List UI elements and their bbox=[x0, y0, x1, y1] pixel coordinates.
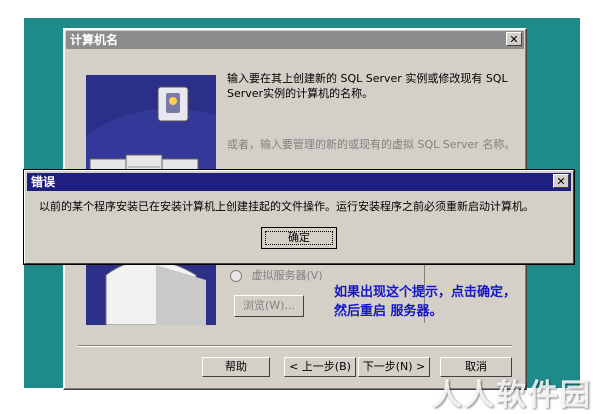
browse-button[interactable]: 浏览(W)... bbox=[234, 295, 304, 317]
window-close-button[interactable]: ✕ bbox=[506, 32, 522, 46]
annotation-note: 如果出现这个提示，点击确定， 然后重启 服务器。 bbox=[334, 283, 516, 321]
error-message: 以前的某个程序安装已在安装计算机上创建挂起的文件操作。运行安装程序之前必须重新启… bbox=[39, 200, 534, 213]
virtual-server-label: 虚拟服务器(V) bbox=[251, 269, 323, 282]
annotation-line-1: 如果出现这个提示，点击确定， bbox=[334, 285, 517, 300]
focus-rectangle bbox=[265, 231, 333, 245]
close-icon: ✕ bbox=[556, 175, 566, 188]
error-title-bar: 错误 ✕ bbox=[27, 173, 571, 191]
footer-separator bbox=[78, 345, 512, 347]
error-close-button[interactable]: ✕ bbox=[553, 174, 569, 188]
site-watermark: 人人软件园 bbox=[432, 378, 592, 413]
error-dialog: 错误 ✕ 以前的某个程序安装已在安装计算机上创建挂起的文件操作。运行安装程序之前… bbox=[24, 170, 574, 264]
window-title: 计算机名 bbox=[70, 33, 119, 47]
help-button[interactable]: 帮助 bbox=[202, 357, 270, 377]
error-title: 错误 bbox=[31, 175, 56, 189]
radio-icon bbox=[230, 270, 242, 282]
back-button[interactable]: < 上一步(B) bbox=[284, 357, 356, 377]
close-icon: ✕ bbox=[509, 33, 519, 46]
annotation-line-2: 然后重启 服务器。 bbox=[334, 304, 443, 319]
ok-button[interactable]: 确定 bbox=[261, 227, 337, 249]
next-button[interactable]: 下一步(N) > bbox=[358, 357, 430, 377]
virtual-server-option[interactable]: 虚拟服务器(V) bbox=[230, 267, 323, 283]
instruction-text: 输入要在其上创建新的 SQL Server 实例或修改现有 SQL Server… bbox=[227, 72, 508, 100]
virtual-server-hint: 或者，输入要管理的新的或现有的虚拟 SQL Server 名称。 bbox=[227, 138, 516, 151]
window-title-bar: 计算机名 ✕ bbox=[66, 31, 524, 49]
